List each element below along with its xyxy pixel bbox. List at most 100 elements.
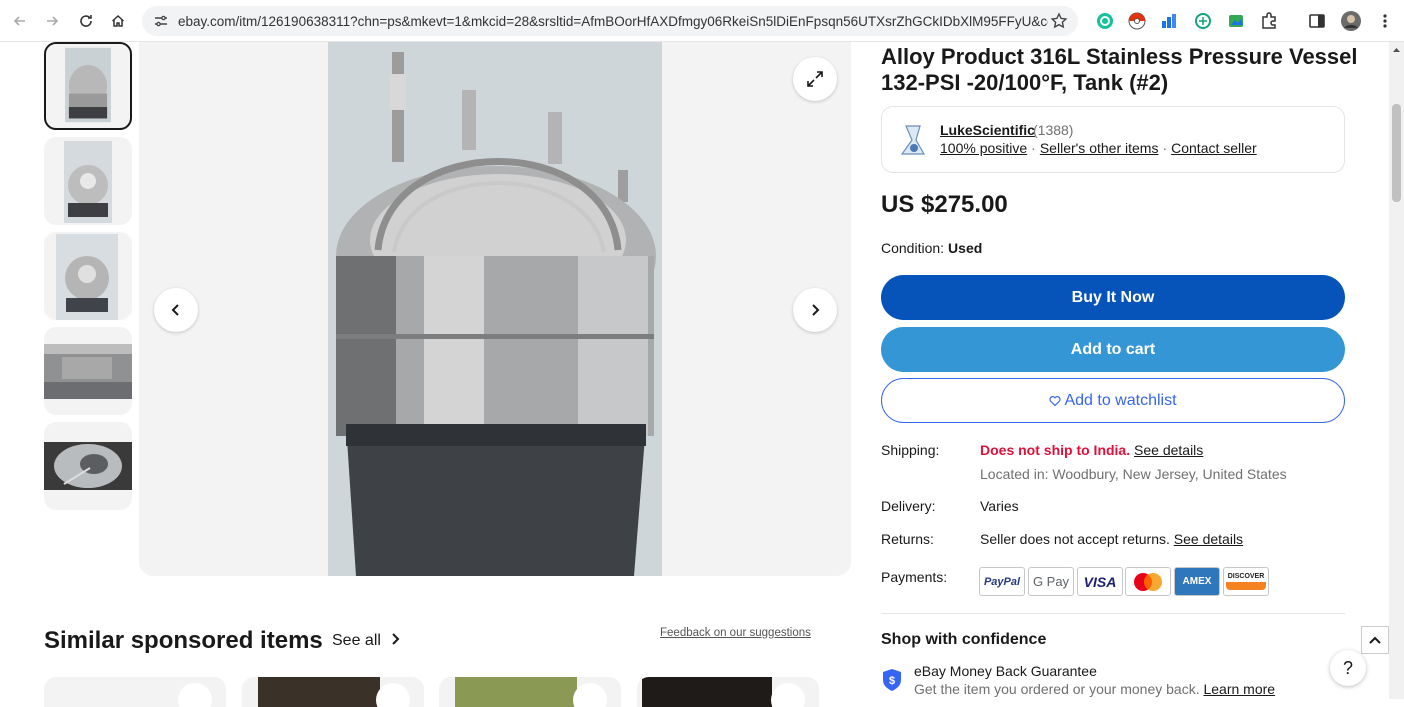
returns-policy: Seller does not accept returns.: [980, 531, 1170, 547]
image-viewer[interactable]: [139, 42, 851, 576]
ai-extension-icon[interactable]: [1192, 10, 1214, 32]
scroll-to-top-button[interactable]: [1361, 626, 1389, 654]
home-icon[interactable]: [102, 5, 134, 37]
side-panel-icon[interactable]: [1306, 10, 1328, 32]
fullscreen-expand-button[interactable]: [793, 57, 837, 101]
image-extension-icon[interactable]: [1225, 10, 1247, 32]
guarantee-title: eBay Money Back Guarantee: [914, 663, 1097, 679]
similar-item-image: [258, 677, 380, 707]
add-to-cart-button[interactable]: Add to cart: [881, 327, 1345, 372]
shipping-restriction: Does not ship to India.: [980, 442, 1131, 458]
pokeball-extension-icon[interactable]: [1126, 10, 1148, 32]
similar-item-card[interactable]: [637, 677, 819, 707]
add-to-watchlist-button[interactable]: Add to watchlist: [881, 378, 1345, 423]
scroll-up-arrow-icon[interactable]: [1392, 46, 1401, 54]
shop-with-confidence-heading: Shop with confidence: [881, 631, 1047, 648]
watch-heart-icon[interactable]: [771, 683, 805, 707]
similar-item-card[interactable]: [242, 677, 424, 707]
forward-icon[interactable]: [36, 5, 68, 37]
condition-value: Used: [948, 240, 983, 256]
bookmark-star-icon[interactable]: [1050, 12, 1068, 35]
similar-item-image: [455, 677, 577, 707]
similar-item-card[interactable]: [439, 677, 621, 707]
amex-logo: AMEX: [1174, 567, 1220, 596]
puzzle-extensions-icon[interactable]: [1258, 10, 1280, 32]
expand-icon: [807, 71, 823, 87]
seller-name-link[interactable]: LukeScientific: [940, 122, 1035, 138]
thumbnail-3[interactable]: [44, 232, 132, 320]
google-pay-logo: G Pay: [1028, 567, 1074, 596]
guarantee-text: Get the item you ordered or your money b…: [914, 681, 1275, 697]
next-image-button[interactable]: [793, 288, 837, 332]
chevron-right-icon: [812, 304, 820, 316]
previous-image-button[interactable]: [154, 288, 198, 332]
watchlist-label: Add to watchlist: [1064, 391, 1177, 409]
browser-toolbar: ebay.com/itm/126190638311?chn=ps&mkevt=1…: [0, 0, 1404, 42]
scrollbar-thumb[interactable]: [1392, 104, 1401, 202]
chevron-right-icon: [392, 633, 400, 645]
divider: [881, 613, 1345, 614]
mastercard-logo: [1125, 567, 1171, 596]
condition-label: Condition:: [881, 240, 945, 256]
shipping-see-details-link[interactable]: See details: [1134, 442, 1203, 458]
discover-text: DISCOVER: [1227, 573, 1265, 580]
delivery-value: Varies: [980, 498, 1019, 514]
visa-logo: VISA: [1077, 567, 1123, 596]
chevron-left-icon: [171, 304, 179, 316]
payments-label: Payments:: [881, 569, 948, 585]
paypal-logo: PayPal: [979, 567, 1025, 596]
menu-kebab-icon[interactable]: [1374, 10, 1396, 32]
help-button[interactable]: ?: [1330, 650, 1366, 686]
separator-dot: ·: [1031, 140, 1036, 156]
delivery-label: Delivery:: [881, 498, 936, 514]
chevron-up-icon: [1369, 636, 1381, 644]
seller-links: 100% positive · Seller's other items · Conta…: [940, 140, 1257, 156]
similar-item-card[interactable]: [44, 677, 226, 707]
positive-feedback-link[interactable]: 100% positive: [940, 140, 1027, 156]
seller-logo[interactable]: [894, 120, 934, 160]
learn-more-link[interactable]: Learn more: [1203, 681, 1275, 697]
analytics-extension-icon[interactable]: [1158, 10, 1180, 32]
thumbnail-2[interactable]: [44, 137, 132, 225]
seller-feedback-count: (1388): [1033, 122, 1074, 138]
see-all-link[interactable]: See all: [332, 632, 401, 650]
watch-heart-icon[interactable]: [178, 683, 212, 707]
discover-stripe: [1226, 582, 1266, 590]
reload-icon[interactable]: [70, 5, 102, 37]
guarantee-description: Get the item you ordered or your money b…: [914, 681, 1200, 697]
address-bar[interactable]: ebay.com/itm/126190638311?chn=ps&mkevt=1…: [142, 6, 1078, 36]
back-icon[interactable]: [4, 5, 36, 37]
url-text[interactable]: ebay.com/itm/126190638311?chn=ps&mkevt=1…: [178, 14, 1048, 29]
separator-dot: ·: [1162, 140, 1168, 156]
grammarly-extension-icon[interactable]: [1094, 10, 1116, 32]
feedback-suggestions-link[interactable]: Feedback on our suggestions: [660, 627, 811, 639]
money-back-shield-icon: $: [883, 669, 901, 691]
returns-see-details-link[interactable]: See details: [1174, 531, 1243, 547]
returns-label: Returns:: [881, 531, 934, 547]
shipping-value: Does not ship to India. See details: [980, 442, 1203, 458]
similar-items-heading: Similar sponsored items: [44, 627, 323, 654]
condition: Condition: Used: [881, 240, 982, 256]
product-photo: [328, 42, 662, 576]
seller-other-items-link[interactable]: Seller's other items: [1040, 140, 1159, 156]
contact-seller-link[interactable]: Contact seller: [1171, 140, 1257, 156]
svg-text:$: $: [889, 675, 895, 687]
thumbnail-1[interactable]: [44, 42, 132, 130]
item-location: Located in: Woodbury, New Jersey, United…: [980, 466, 1287, 482]
discover-logo: DISCOVER: [1223, 567, 1269, 596]
watch-heart-icon[interactable]: [573, 683, 607, 707]
site-info-icon[interactable]: [150, 10, 172, 32]
heart-icon: [1049, 395, 1062, 406]
listing-title: Alloy Product 316L Stainless Pressure Ve…: [881, 44, 1358, 95]
buy-it-now-button[interactable]: Buy It Now: [881, 275, 1345, 320]
similar-item-image: [642, 677, 772, 707]
thumbnail-4[interactable]: [44, 327, 132, 415]
profile-avatar[interactable]: [1340, 10, 1362, 32]
item-price: US $275.00: [881, 191, 1008, 218]
seller-card: LukeScientific (1388) 100% positive · Sell…: [881, 106, 1345, 173]
returns-value: Seller does not accept returns. See deta…: [980, 531, 1243, 547]
watch-heart-icon[interactable]: [376, 683, 410, 707]
see-all-label: See all: [332, 632, 381, 649]
shipping-label: Shipping:: [881, 442, 940, 458]
thumbnail-5[interactable]: [44, 422, 132, 510]
